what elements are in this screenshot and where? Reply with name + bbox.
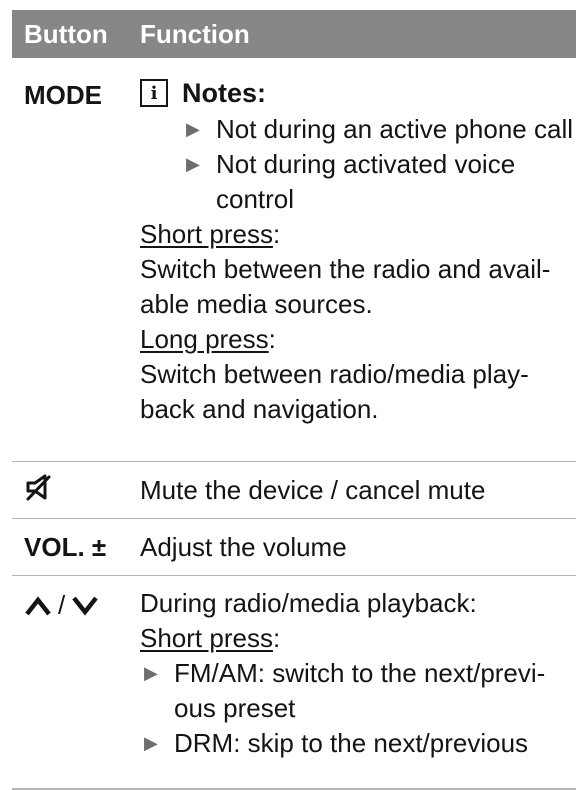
notes-heading: i Notes: <box>140 74 576 112</box>
table-header: Button Function <box>12 10 576 58</box>
short-press-heading: Short press: <box>140 219 281 249</box>
table-row-volume: VOL. ± Adjust the volume <box>12 519 576 576</box>
chevron-up-icon <box>25 595 51 615</box>
long-press-label: Long press <box>140 324 269 354</box>
bullet-triangle-icon: ▶ <box>186 154 200 174</box>
arrows-function: During radio/media playback: Short press… <box>132 576 576 788</box>
list-item: ▶ Not during activated voice control <box>186 147 576 217</box>
long-press-heading: Long press: <box>140 324 276 354</box>
list-item-text: FM/AM: switch to the next/previ- ous pre… <box>174 656 576 726</box>
vol-function: Adjust the volume <box>140 531 347 562</box>
list-item: ▶ FM/AM: switch to the next/previ- ous p… <box>144 656 576 726</box>
note-text: Not during activated voice control <box>216 149 516 214</box>
short-press-label: Short press <box>140 623 273 653</box>
mute-button-cell <box>12 472 132 509</box>
list-item: ▶ Not during an active phone call <box>186 112 576 147</box>
short-press-text: able media sources. <box>140 289 373 319</box>
bullet-triangle-icon: ▶ <box>144 663 158 683</box>
mute-speaker-icon <box>26 474 51 500</box>
note-text: Not during an active phone call <box>216 114 574 144</box>
mode-function: i Notes: ▶ Not during an active phone ca… <box>132 58 576 461</box>
notes-title: Notes: <box>182 77 267 108</box>
short-press-text: Switch between the radio and avail- <box>140 254 551 284</box>
button-function-table: Button Function MODE i Notes: ▶ Not duri… <box>12 10 576 790</box>
long-press-text: Switch between radio/media play- <box>140 359 529 389</box>
header-function: Function <box>140 18 250 49</box>
bullet-triangle-icon: ▶ <box>144 733 158 753</box>
chevron-down-icon <box>72 596 99 616</box>
mute-function: Mute the device / cancel mute <box>140 474 486 505</box>
vol-button-label: VOL. ± <box>24 531 107 562</box>
arrows-button-cell: / <box>12 576 132 788</box>
list-item-line: ous preset <box>174 693 296 723</box>
short-press-heading: Short press: <box>140 623 281 653</box>
long-press-text: back and navigation. <box>140 394 379 424</box>
table-row-mode: MODE i Notes: ▶ Not during an active pho… <box>12 58 576 462</box>
arrows-separator: / <box>58 590 66 620</box>
table-row-mute: Mute the device / cancel mute <box>12 462 576 519</box>
mode-button-label: MODE <box>24 80 102 110</box>
arrows-intro: During radio/media playback: <box>140 588 477 618</box>
short-press-label: Short press <box>140 219 273 249</box>
bullet-triangle-icon: ▶ <box>186 119 200 139</box>
header-button: Button <box>24 18 108 49</box>
list-item: ▶ DRM: skip to the next/previous <box>144 726 576 761</box>
info-icon: i <box>140 79 168 107</box>
list-item-text: DRM: skip to the next/previous <box>174 728 529 758</box>
list-item-line: FM/AM: switch to the next/previ- <box>174 658 546 688</box>
table-row-arrows: / During radio/media playback: Short pre… <box>12 576 576 790</box>
